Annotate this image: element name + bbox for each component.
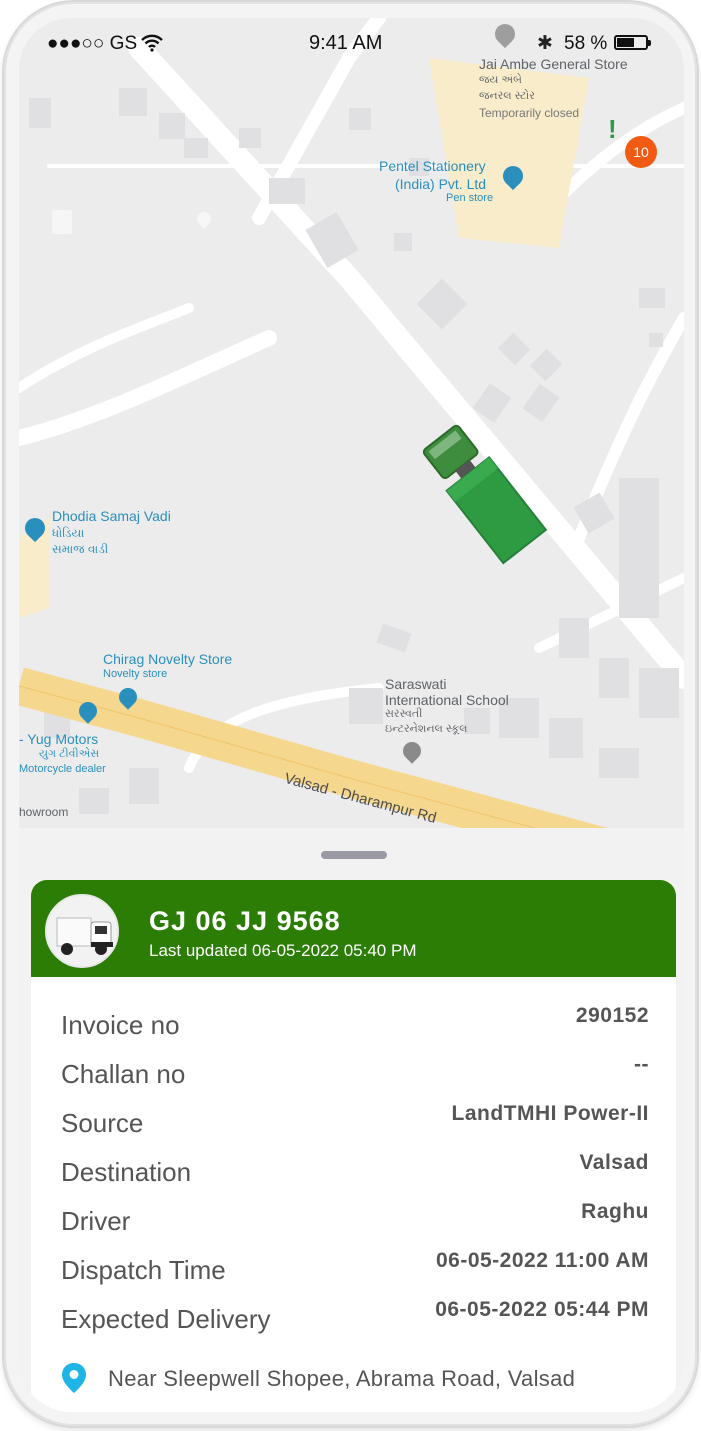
detail-label: Source <box>61 1108 144 1138</box>
alert-exclamation-icon[interactable]: ! <box>608 114 617 145</box>
carrier-label: ●●●○○ GS <box>47 33 138 54</box>
location-address: Near Sleepwell Shopee, Abrama Road, Vals… <box>108 1366 576 1391</box>
detail-label: Destination <box>61 1157 192 1187</box>
truck-icon <box>47 896 117 966</box>
detail-value: -- <box>634 1053 649 1076</box>
detail-value: 06-05-2022 11:00 AM <box>435 1249 649 1272</box>
battery-percent: 58 % <box>564 33 608 54</box>
detail-row-destination: Destination Valsad <box>61 1151 649 1191</box>
truck-avatar <box>45 894 119 968</box>
vehicle-card-header[interactable]: GJ 06 JJ 9568 Last updated 06-05-2022 05… <box>31 880 676 977</box>
bluetooth-icon: ✱ <box>537 33 553 54</box>
drag-handle[interactable] <box>321 851 387 859</box>
vehicle-details: Invoice no 290152 Challan no -- Source L… <box>31 977 676 1412</box>
detail-label: Dispatch Time <box>61 1255 226 1285</box>
current-location[interactable]: Near Sleepwell Shopee, Abrama Road, Vals… <box>61 1362 661 1393</box>
status-bar: ●●●○○ GS 9:41 AM ✱ 58 % <box>19 18 684 68</box>
detail-value: 06-05-2022 05:44 PM <box>435 1298 649 1321</box>
notification-badge[interactable]: 10 <box>625 136 657 168</box>
detail-label: Challan no <box>61 1059 186 1089</box>
detail-row-invoice: Invoice no 290152 <box>61 1004 649 1044</box>
detail-value: Valsad <box>579 1151 649 1174</box>
detail-label: Driver <box>61 1206 131 1236</box>
last-updated-text: Last updated 06-05-2022 05:40 PM <box>149 941 417 960</box>
detail-label: Invoice no <box>61 1010 180 1040</box>
bottom-sheet: GJ 06 JJ 9568 Last updated 06-05-2022 05… <box>19 828 684 1412</box>
detail-value: 290152 <box>575 1004 649 1027</box>
screen: Jai Ambe General Store જય અંબે જનરલ સ્ટો… <box>19 18 684 1412</box>
wifi-icon <box>141 34 163 52</box>
detail-row-challan: Challan no -- <box>61 1053 649 1093</box>
detail-row-driver: Driver Raghu <box>61 1200 649 1240</box>
detail-value: Raghu <box>581 1200 649 1223</box>
vehicle-number: GJ 06 JJ 9568 <box>149 906 341 936</box>
detail-row-source: Source LandTMHI Power-II <box>61 1102 649 1142</box>
detail-value: LandTMHI Power-II <box>451 1102 649 1125</box>
truck-marker-icon[interactable] <box>409 408 569 568</box>
clock: 9:41 AM <box>309 32 383 54</box>
map-view[interactable] <box>19 18 684 828</box>
detail-label: Expected Delivery <box>61 1304 271 1334</box>
location-pin-icon <box>62 1363 86 1393</box>
detail-row-expected-delivery: Expected Delivery 06-05-2022 05:44 PM <box>61 1298 649 1338</box>
trash-icon[interactable] <box>52 210 72 234</box>
detail-row-dispatch-time: Dispatch Time 06-05-2022 11:00 AM <box>61 1249 649 1289</box>
battery-icon <box>614 35 651 50</box>
phone-frame: Jai Ambe General Store જય અંબે જનરલ સ્ટો… <box>4 2 697 1426</box>
